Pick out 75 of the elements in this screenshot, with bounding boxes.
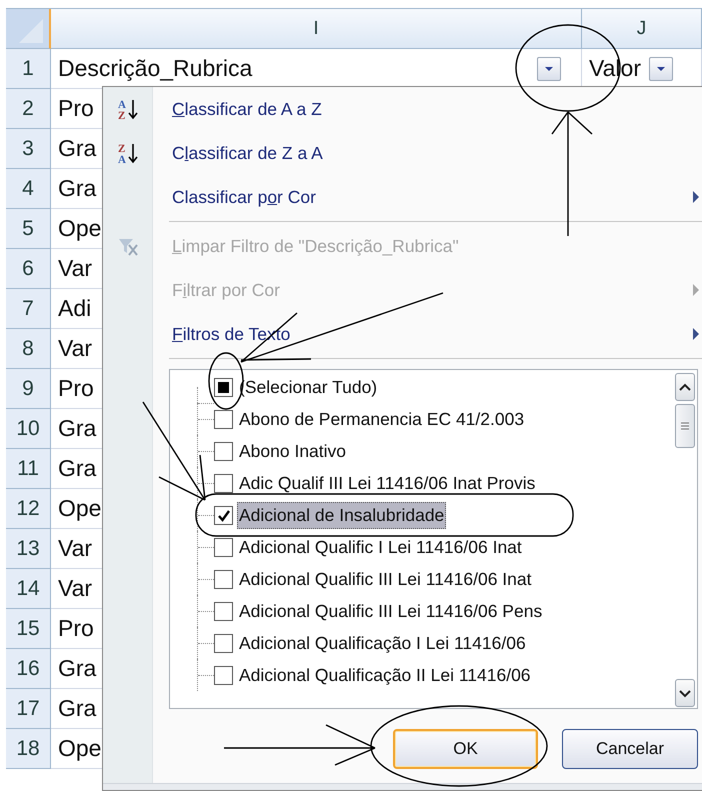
column-header[interactable]: J [582,9,702,49]
table-cell: Gra [58,455,96,482]
scrollbar[interactable] [675,370,697,708]
table-cell: Descrição_Rubrica [58,55,252,82]
table-cell: Var [58,535,92,562]
list-item[interactable]: Adic Qualif III Lei 11416/06 Inat Provis [237,470,538,496]
ok-button[interactable]: OK [393,729,538,769]
list-item[interactable]: Adicional Qualificação I Lei 11416/06 [237,630,528,656]
column-header[interactable]: I [51,9,582,49]
filter-dropdown-button[interactable] [537,56,561,80]
list-item[interactable]: Abono de Permanencia EC 41/2.003 [237,406,526,432]
row-header[interactable]: 5 [6,209,51,249]
filter-dropdown-button[interactable] [649,56,673,80]
checkbox[interactable] [214,634,233,652]
grip-lines-icon [679,421,691,431]
scroll-down-button[interactable] [675,679,695,707]
row-header[interactable]: 10 [6,409,51,449]
row-header[interactable]: 15 [6,609,51,649]
checkbox[interactable] [214,474,233,492]
submenu-arrow-icon [693,284,699,296]
checkbox[interactable] [214,378,233,396]
table-cell: Var [58,575,92,602]
checkbox[interactable] [214,570,233,588]
chevron-up-icon [678,382,692,392]
checkbox[interactable] [214,602,233,620]
row-header[interactable]: 2 [6,89,51,129]
list-item[interactable]: Adicional Qualific I Lei 11416/06 Inat [237,534,524,560]
table-cell: Adi [58,295,92,322]
table-cell: Gra [58,135,96,162]
table-cell: Gra [58,415,96,442]
checkbox[interactable] [214,442,233,460]
list-item[interactable]: Adicional Qualificação II Lei 11416/06 [237,662,533,688]
table-cell: Pro [58,95,94,122]
row-header[interactable]: 4 [6,169,51,209]
menu-item[interactable]: Classificar por Cor [153,175,702,219]
list-item[interactable]: Adicional Qualific III Lei 11416/06 Inat [237,566,534,592]
table-cell: Pro [58,375,94,402]
row-header[interactable]: 1 [6,49,51,89]
menu-item[interactable]: Classificar de Z a A [153,131,702,175]
table-cell: Ope [58,215,102,242]
checkbox[interactable] [214,410,233,428]
row-header[interactable]: 17 [6,689,51,729]
table-cell: Ope [58,735,102,762]
list-item[interactable]: Adicional Qualific III Lei 11416/06 Pens [237,598,544,624]
cancel-button[interactable]: Cancelar [562,729,698,769]
row-header[interactable]: 11 [6,449,51,489]
checkbox[interactable] [214,506,233,524]
submenu-arrow-icon [693,191,699,203]
checkbox[interactable] [214,666,233,684]
table-cell: Gra [58,695,96,722]
scroll-thumb[interactable] [675,404,695,448]
row-header[interactable]: 12 [6,489,51,529]
row-header[interactable]: 8 [6,329,51,369]
table-cell: Gra [58,175,96,202]
submenu-arrow-icon [693,328,699,340]
checkbox[interactable] [214,538,233,556]
row-header[interactable]: 16 [6,649,51,689]
menu-item[interactable]: Classificar de A a Z [153,87,702,131]
table-cell: Ope [58,495,102,522]
table-cell: Pro [58,615,94,642]
list-item[interactable]: Adicional de Insalubridade [237,502,446,528]
list-item[interactable]: Abono Inativo [237,438,348,464]
row-header[interactable]: 14 [6,569,51,609]
table-cell: Var [58,335,92,362]
table-cell: Var [58,255,92,282]
chevron-down-icon [678,688,692,698]
row-header[interactable]: 3 [6,129,51,169]
row-header[interactable]: 6 [6,249,51,289]
checkmark-icon [216,508,230,522]
table-cell: Gra [58,655,96,682]
row-header[interactable]: 18 [6,729,51,769]
scroll-up-button[interactable] [675,373,695,401]
row-header[interactable]: 13 [6,529,51,569]
row-header[interactable]: 7 [6,289,51,329]
row-header[interactable]: 9 [6,369,51,409]
